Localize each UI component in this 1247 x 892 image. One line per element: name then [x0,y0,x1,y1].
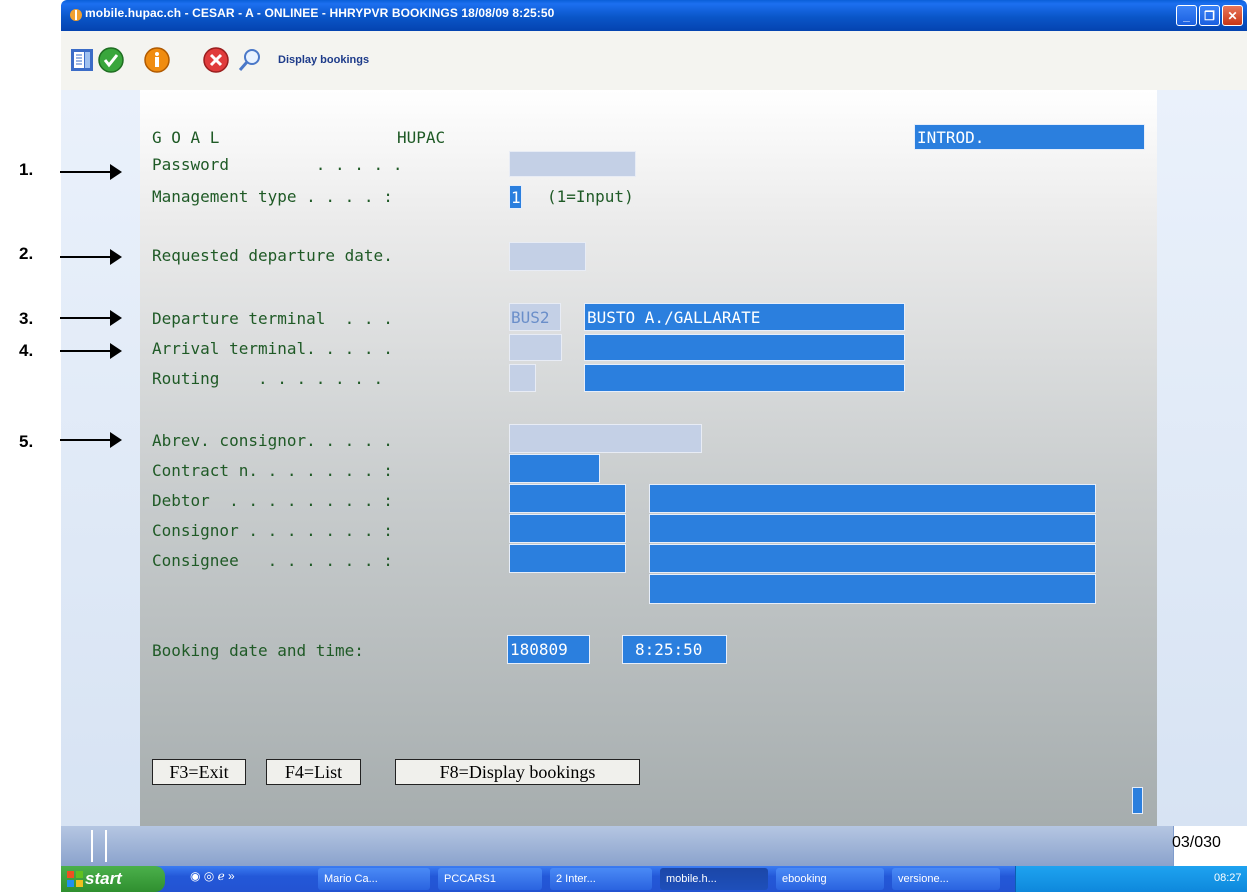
start-label: start [85,869,122,888]
clock: 08:27 [1214,872,1242,884]
debtor-label: Debtor . . . . . . . . : [152,491,393,510]
task-label: 2 Inter... [556,873,596,885]
management-type-hint: (1=Input) [547,187,634,206]
minimize-button[interactable]: _ [1176,5,1197,26]
booking-date: 180809 [510,640,568,659]
consignee-label: Consignee . . . . . . : [152,551,393,570]
debtor-code-field [509,484,626,513]
departure-date-input[interactable] [509,242,586,271]
taskbar-item-pccars1[interactable]: PCCARS1 [438,868,542,890]
task-label: Mario Ca... [324,873,378,885]
departure-terminal-code: BUS2 [511,308,550,327]
annotation-arrow-2 [60,256,112,258]
annotation-1: 1. [19,160,34,179]
annotation-arrow-5 [60,439,112,441]
consignor-label: Consignor . . . . . . . : [152,521,393,540]
routing-code-input[interactable] [509,364,536,392]
maximize-button[interactable]: ❐ [1199,5,1220,26]
annotation-arrowhead-5 [110,432,122,448]
task-label: ebooking [782,873,827,885]
cancel-icon[interactable] [202,46,230,74]
task-label: versione... [898,873,949,885]
annotation-arrowhead-2 [110,249,122,265]
cursor-indicator [1132,787,1143,814]
departure-terminal-code-input[interactable]: BUS2 [509,303,561,331]
app-icon [70,9,82,21]
task-label: PCCARS1 [444,873,496,885]
taskbar-item-inter[interactable]: 2 Inter... [550,868,652,890]
annotation-arrow-3 [60,317,112,319]
system-tray [1015,866,1247,892]
arrival-terminal-label: Arrival terminal. . . . . [152,339,393,358]
f3-exit-button[interactable]: F3=Exit [152,759,246,785]
window-title: mobile.hupac.ch - CESAR - A - ONLINEE - … [85,6,555,20]
consignor-code-field [509,514,626,543]
consignee-name2-field [649,574,1096,604]
status-page-counter: 03/030 [1172,834,1221,851]
annotation-arrowhead-3 [110,310,122,326]
management-type-input[interactable]: 1 [509,185,522,209]
toolbar: Display bookings [61,31,1247,91]
f4-list-button[interactable]: F4=List [266,759,361,785]
booking-time-field: 8:25:50 [622,635,727,664]
screen-goal-label: G O A L [152,128,220,147]
annotation-5: 5. [19,432,34,451]
password-input[interactable] [509,151,636,177]
title-bar: mobile.hupac.ch - CESAR - A - ONLINEE - … [61,0,1247,31]
taskbar-item-mobile[interactable]: mobile.h... [660,868,768,890]
booking-time: 8:25:50 [635,640,703,659]
annotation-3: 3. [19,309,34,328]
password-label: Password . . . . . [152,155,403,174]
close-button[interactable]: ✕ [1222,5,1243,26]
contract-label: Contract n. . . . . . . : [152,461,393,480]
windows-logo-icon [67,871,83,887]
annotation-arrowhead-4 [110,343,122,359]
departure-terminal-name: BUSTO A./GALLARATE [587,308,761,327]
departure-terminal-label: Departure terminal . . . [152,309,393,328]
status-bar [61,826,1247,866]
departure-terminal-name-field: BUSTO A./GALLARATE [584,303,905,331]
mode-field: INTROD. [914,124,1145,150]
annotation-arrow-1 [60,171,112,173]
check-icon[interactable] [97,46,125,74]
toolbar-label: Display bookings [278,54,370,66]
annotation-2: 2. [19,244,34,263]
taskbar-item-mario[interactable]: Mario Ca... [318,868,430,890]
departure-date-label: Requested departure date. [152,246,393,265]
f8-display-bookings-button[interactable]: F8=Display bookings [395,759,640,785]
booking-date-field: 180809 [507,635,590,664]
info-icon[interactable] [143,46,171,74]
annotation-arrow-4 [60,350,112,352]
arrival-terminal-name-field [584,334,905,361]
booking-label: Booking date and time: [152,641,364,660]
routing-name-field [584,364,905,392]
status-separator [91,830,93,862]
document-icon[interactable] [68,46,96,74]
quick-launch[interactable]: ◉ ◎ ℯ » [190,869,310,889]
routing-label: Routing . . . . . . . [152,369,384,388]
consignee-code-field [509,544,626,573]
contract-field [509,454,600,483]
management-type-label: Management type . . . . : [152,187,393,206]
screen-company-label: HUPAC [397,128,446,147]
annotation-4: 4. [19,341,34,360]
abrev-consignor-input[interactable] [509,424,702,453]
taskbar-item-versione[interactable]: versione... [892,868,1000,890]
task-label: mobile.h... [666,873,717,885]
debtor-name-field [649,484,1096,513]
mode-value: INTROD. [917,128,985,147]
arrival-terminal-code-input[interactable] [509,334,562,361]
search-icon[interactable] [236,46,264,74]
taskbar-item-ebooking[interactable]: ebooking [776,868,884,890]
management-type-value: 1 [511,188,521,207]
annotation-arrowhead-1 [110,164,122,180]
status-separator [105,830,107,862]
abrev-consignor-label: Abrev. consignor. . . . . [152,431,393,450]
consignor-name-field [649,514,1096,543]
consignee-name-field [649,544,1096,573]
